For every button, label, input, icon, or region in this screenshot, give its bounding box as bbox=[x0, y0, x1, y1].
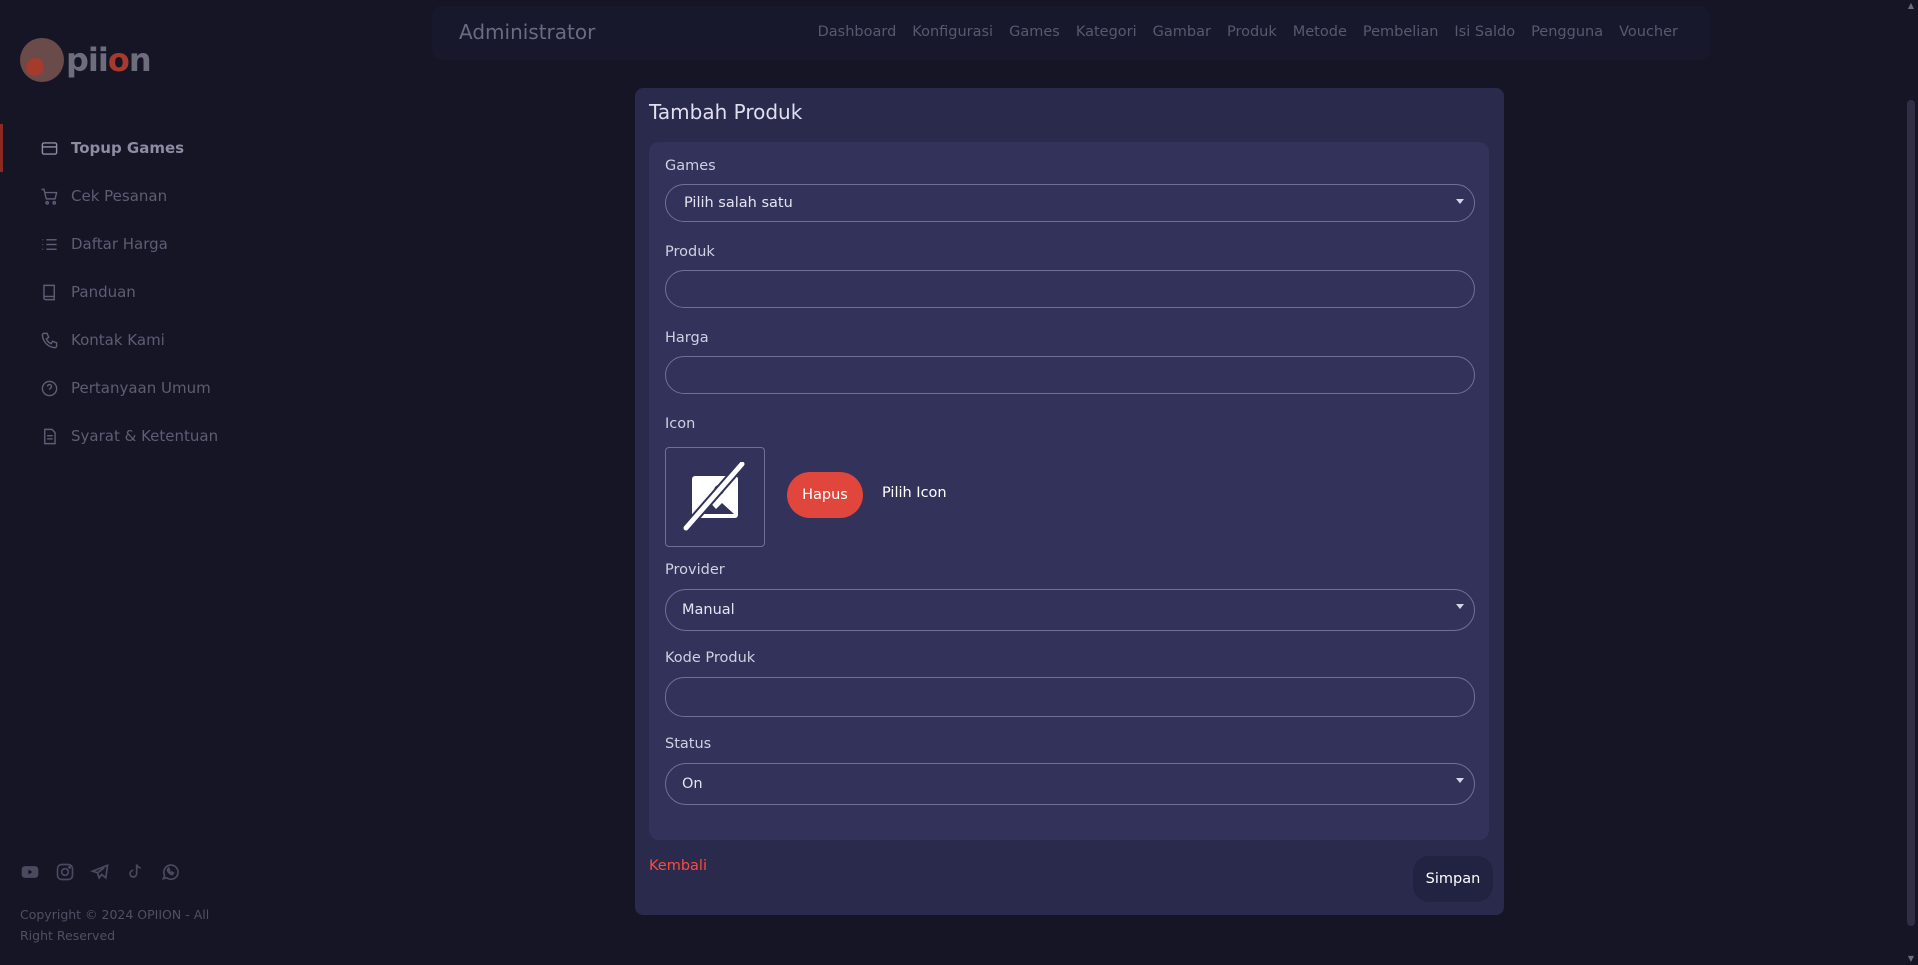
nav-produk[interactable]: Produk bbox=[1227, 24, 1277, 40]
nav-voucher[interactable]: Voucher bbox=[1619, 24, 1678, 40]
harga-label: Harga bbox=[665, 330, 709, 346]
simpan-button[interactable]: Simpan bbox=[1413, 856, 1493, 902]
sidebar-item-label: Cek Pesanan bbox=[71, 187, 168, 205]
provider-select[interactable]: Manual bbox=[665, 589, 1475, 631]
scroll-down-icon[interactable]: ▼ bbox=[1907, 955, 1915, 963]
sidebar-menu: Topup Games Cek Pesanan Daftar Harga Pan… bbox=[0, 124, 260, 460]
kode-produk-input[interactable] bbox=[665, 677, 1475, 717]
no-image-icon bbox=[682, 462, 746, 531]
copyright-text: Copyright © 2024 OPIION - All Right Rese… bbox=[20, 907, 210, 943]
telegram-icon[interactable] bbox=[90, 862, 110, 882]
logo-text: piion bbox=[66, 41, 152, 79]
produk-input[interactable] bbox=[665, 270, 1475, 308]
tiktok-icon[interactable] bbox=[125, 862, 145, 882]
hapus-button[interactable]: Hapus bbox=[787, 472, 863, 518]
sidebar-item-label: Panduan bbox=[71, 283, 136, 301]
sidebar-item-kontak-kami[interactable]: Kontak Kami bbox=[0, 316, 260, 364]
scroll-up-icon[interactable]: ▲ bbox=[1907, 2, 1915, 10]
whatsapp-icon[interactable] bbox=[160, 862, 180, 882]
icon-preview[interactable] bbox=[665, 447, 765, 547]
youtube-icon[interactable] bbox=[20, 862, 40, 882]
admin-nav: Dashboard Konfigurasi Games Kategori Gam… bbox=[818, 24, 1678, 40]
document-icon bbox=[44, 428, 56, 444]
page-scrollbar[interactable]: ▲ ▼ bbox=[1904, 0, 1918, 965]
top-navbar: Administrator Dashboard Konfigurasi Game… bbox=[432, 6, 1710, 60]
phone-icon bbox=[41, 332, 58, 348]
icon-label: Icon bbox=[665, 416, 696, 432]
credit-card-icon bbox=[41, 141, 58, 155]
sidebar: piion Topup Games Cek Pesanan Daftar Har… bbox=[0, 0, 260, 965]
question-icon bbox=[41, 380, 58, 396]
sidebar-item-label: Pertanyaan Umum bbox=[71, 379, 211, 397]
harga-input[interactable] bbox=[665, 356, 1475, 394]
sidebar-item-syarat-ketentuan[interactable]: Syarat & Ketentuan bbox=[0, 412, 260, 460]
pilih-icon-button[interactable]: Pilih Icon bbox=[882, 485, 947, 501]
status-select[interactable]: On bbox=[665, 763, 1475, 805]
sidebar-item-daftar-harga[interactable]: Daftar Harga bbox=[0, 220, 260, 268]
kembali-link[interactable]: Kembali bbox=[649, 858, 707, 874]
nav-dashboard[interactable]: Dashboard bbox=[818, 24, 897, 40]
add-product-card: Tambah Produk Games Pilih salah satu Pro… bbox=[635, 88, 1504, 915]
sidebar-item-panduan[interactable]: Panduan bbox=[0, 268, 260, 316]
list-icon bbox=[42, 238, 57, 250]
brand-logo[interactable]: piion bbox=[20, 38, 152, 82]
nav-gambar[interactable]: Gambar bbox=[1153, 24, 1211, 40]
nav-pembelian[interactable]: Pembelian bbox=[1363, 24, 1439, 40]
nav-konfigurasi[interactable]: Konfigurasi bbox=[912, 24, 993, 40]
instagram-icon[interactable] bbox=[55, 862, 75, 882]
nav-games[interactable]: Games bbox=[1009, 24, 1060, 40]
page-title: Administrator bbox=[459, 20, 596, 44]
cart-icon bbox=[41, 188, 58, 205]
social-links bbox=[20, 862, 180, 882]
kode-produk-label: Kode Produk bbox=[665, 650, 756, 666]
games-label: Games bbox=[665, 158, 716, 174]
sidebar-item-cek-pesanan[interactable]: Cek Pesanan bbox=[0, 172, 260, 220]
book-icon bbox=[43, 284, 55, 300]
produk-label: Produk bbox=[665, 244, 715, 260]
sidebar-item-label: Topup Games bbox=[71, 139, 185, 157]
nav-metode[interactable]: Metode bbox=[1293, 24, 1347, 40]
status-label: Status bbox=[665, 736, 712, 752]
sidebar-item-pertanyaan-umum[interactable]: Pertanyaan Umum bbox=[0, 364, 260, 412]
provider-label: Provider bbox=[665, 562, 725, 578]
nav-kategori[interactable]: Kategori bbox=[1076, 24, 1137, 40]
sidebar-item-topup-games[interactable]: Topup Games bbox=[0, 124, 260, 172]
nav-pengguna[interactable]: Pengguna bbox=[1531, 24, 1603, 40]
sidebar-item-label: Kontak Kami bbox=[71, 331, 165, 349]
sidebar-item-label: Daftar Harga bbox=[71, 235, 168, 253]
scroll-thumb[interactable] bbox=[1907, 100, 1915, 926]
sidebar-item-label: Syarat & Ketentuan bbox=[71, 427, 219, 445]
form-panel: Games Pilih salah satu Produk Harga Icon… bbox=[649, 142, 1489, 840]
nav-isi-saldo[interactable]: Isi Saldo bbox=[1454, 24, 1515, 40]
games-select[interactable]: Pilih salah satu bbox=[665, 184, 1475, 222]
logo-mark-icon bbox=[20, 38, 64, 82]
form-title: Tambah Produk bbox=[649, 100, 803, 124]
